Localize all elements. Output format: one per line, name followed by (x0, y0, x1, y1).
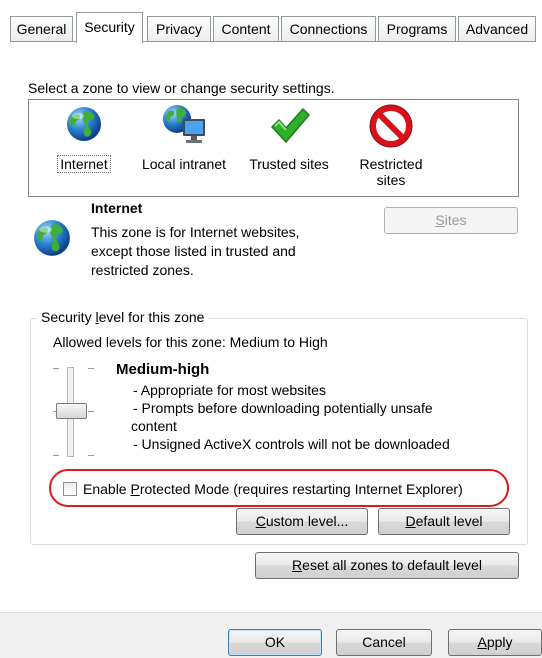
tab-advanced[interactable]: Advanced (458, 16, 536, 42)
reset-all-zones-button[interactable]: Reset all zones to default level (255, 552, 519, 579)
security-level-legend: Security level for this zone (37, 309, 209, 325)
no-entry-icon (369, 104, 413, 148)
tab-strip: General Security Privacy Content Connect… (10, 12, 536, 43)
slider-tick (88, 455, 94, 456)
zone-internet[interactable]: Internet (45, 100, 123, 196)
cancel-button[interactable]: Cancel (336, 629, 432, 656)
allowed-levels-text: Allowed levels for this zone: Medium to … (53, 334, 328, 350)
protected-mode-label[interactable]: Enable Protected Mode (requires restarti… (83, 481, 463, 497)
tab-programs[interactable]: Programs (378, 16, 456, 42)
zone-trusted-sites[interactable]: Trusted sites (241, 100, 337, 196)
zone-prompt: Select a zone to view or change security… (28, 80, 335, 96)
slider-tick (53, 455, 59, 456)
slider-tick (88, 411, 94, 412)
slider-tick (88, 368, 94, 369)
default-level-button[interactable]: Default level (378, 508, 510, 535)
tab-content[interactable]: Content (213, 16, 279, 42)
checkmark-icon (271, 108, 310, 143)
zone-local-intranet-label: Local intranet (141, 156, 227, 172)
tab-general[interactable]: General (10, 16, 73, 42)
zone-internet-label: Internet (57, 155, 111, 173)
level-name: Medium-high (116, 361, 210, 378)
level-description: - Appropriate for most websites - Prompt… (131, 382, 450, 452)
zone-list: Internet Local intranet Trusted sites Re… (28, 99, 519, 197)
slider-tick (53, 368, 59, 369)
apply-button[interactable]: Apply (448, 629, 542, 656)
tab-security[interactable]: Security (76, 12, 143, 43)
zone-local-intranet[interactable]: Local intranet (133, 100, 235, 196)
custom-level-button[interactable]: Custom level... (236, 508, 368, 535)
tab-connections[interactable]: Connections (281, 16, 376, 42)
tab-privacy[interactable]: Privacy (147, 16, 211, 42)
zone-restricted-sites-label: Restricted sites (359, 156, 423, 188)
protected-mode-checkbox[interactable] (63, 482, 77, 496)
ok-button[interactable]: OK (228, 629, 322, 656)
zone-trusted-sites-label: Trusted sites (249, 156, 329, 172)
zone-info-description: This zone is for Internet websites, exce… (91, 224, 300, 278)
zone-info-title: Internet (91, 200, 143, 216)
intranet-icon (163, 105, 205, 143)
security-level-slider-thumb[interactable] (56, 403, 87, 419)
globe-icon (67, 107, 101, 141)
zone-restricted-sites[interactable]: Restricted sites (345, 100, 437, 196)
sites-button[interactable]: Sites (384, 207, 518, 234)
globe-icon (34, 220, 70, 256)
